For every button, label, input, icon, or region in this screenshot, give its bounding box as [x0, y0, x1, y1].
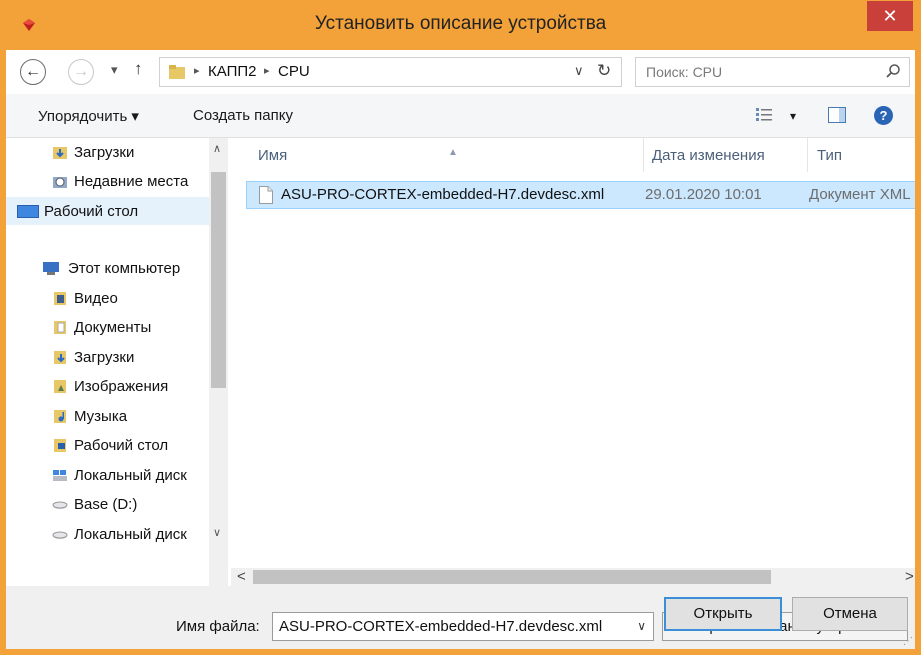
refresh-icon[interactable]: ↻ — [597, 61, 611, 81]
recent-locations-button[interactable]: ▾ — [111, 62, 118, 78]
file-name: ASU-PRO-CORTEX-embedded-H7.devdesc.xml — [281, 186, 605, 203]
filename-value: ASU-PRO-CORTEX-embedded-H7.devdesc.xml — [279, 618, 603, 635]
scroll-right-icon[interactable]: > — [905, 568, 914, 585]
organize-button[interactable]: Упорядочить ▾ — [38, 107, 139, 125]
help-glyph: ? — [879, 108, 888, 123]
column-header-type[interactable]: Тип — [808, 138, 915, 172]
scroll-up-icon[interactable]: ∧ — [213, 142, 221, 155]
music-folder-icon — [54, 410, 66, 423]
back-button[interactable]: ← — [20, 59, 46, 85]
nav-item-music[interactable]: Музыка — [6, 403, 211, 431]
nav-item-video[interactable]: Видео — [6, 285, 211, 313]
view-options-icon[interactable] — [756, 108, 772, 122]
window-title: Установить описание устройства — [314, 13, 607, 34]
view-dropdown-icon[interactable]: ▾ — [790, 109, 796, 123]
nav-item-base-d[interactable]: Base (D:) — [6, 491, 211, 519]
drive-icon — [52, 501, 68, 509]
search-input[interactable]: Поиск: CPU — [635, 57, 910, 87]
title-bar[interactable]: Установить описание устройства ✕ — [0, 0, 921, 50]
breadcrumb-separator-icon: ▸ — [194, 65, 200, 77]
filename-label: Имя файла: — [176, 618, 260, 635]
up-level-button[interactable]: ↑ — [134, 59, 143, 79]
nav-item-downloads[interactable]: Загрузки — [6, 139, 211, 167]
downloads-folder-icon — [54, 351, 66, 364]
nav-item-downloads-pc[interactable]: Загрузки — [6, 344, 211, 372]
nav-item-local-disk-c[interactable]: Локальный диск — [6, 462, 211, 490]
local-disk-icon — [53, 470, 67, 481]
help-icon[interactable]: ? — [874, 106, 893, 125]
sort-ascending-icon: ▲ — [448, 147, 458, 158]
drive-icon — [52, 531, 68, 539]
cancel-button[interactable]: Отмена — [792, 597, 908, 631]
column-header-date[interactable]: Дата изменения — [644, 138, 806, 172]
video-folder-icon — [54, 292, 66, 305]
nav-item-documents[interactable]: Документы — [6, 314, 211, 342]
breadcrumb-kapp2[interactable]: КАПП2 — [208, 63, 256, 80]
navpane-scrollbar[interactable]: ∧ ∨ — [209, 138, 228, 586]
forward-arrow-icon: → — [73, 63, 89, 80]
dialog-window: Установить описание устройства ✕ ← → ▾ ↑… — [0, 0, 921, 655]
file-date: 29.01.2020 10:01 — [645, 186, 762, 203]
column-header-name[interactable]: ▲ Имя — [231, 138, 643, 172]
file-list: ▲ Имя Дата изменения Тип ASU-PRO-CORTEX-… — [231, 138, 915, 586]
navpane-scroll-thumb[interactable] — [211, 172, 226, 388]
search-icon — [886, 64, 900, 78]
recent-places-icon — [53, 177, 67, 188]
computer-icon — [43, 262, 59, 275]
filelist-scroll-thumb[interactable] — [253, 570, 771, 584]
navigation-pane: Загрузки Недавние места Рабочий стол Это… — [6, 138, 228, 586]
file-type: Документ XML — [809, 186, 911, 203]
filename-dropdown-icon[interactable]: ∨ — [637, 619, 646, 633]
scroll-left-icon[interactable]: < — [237, 568, 246, 585]
close-icon: ✕ — [882, 6, 898, 26]
folder-icon — [169, 65, 185, 79]
preview-pane-icon[interactable] — [828, 107, 846, 123]
file-row[interactable]: ASU-PRO-CORTEX-embedded-H7.devdesc.xml 2… — [246, 181, 915, 209]
resize-grip-icon[interactable]: ⋰ — [903, 636, 913, 647]
xml-file-icon — [259, 186, 273, 204]
nav-item-local-disk-2[interactable]: Локальный диск — [6, 521, 211, 549]
desktop-icon — [17, 205, 39, 218]
address-dropdown-icon[interactable]: ∨ — [574, 63, 584, 79]
downloads-icon — [53, 147, 67, 159]
breadcrumb-cpu[interactable]: CPU — [278, 63, 310, 80]
dialog-client: ← → ▾ ↑ ▸ КАПП2 ▸ CPU ∨ ↻ Поиск: CPU Упо… — [6, 50, 915, 649]
forward-button[interactable]: → — [68, 59, 94, 85]
documents-folder-icon — [54, 321, 66, 334]
nav-item-desktop-pc[interactable]: Рабочий стол — [6, 432, 211, 460]
scroll-down-icon[interactable]: ∨ — [213, 526, 221, 539]
address-row: ← → ▾ ↑ ▸ КАПП2 ▸ CPU ∨ ↻ Поиск: CPU — [6, 50, 915, 94]
close-button[interactable]: ✕ — [867, 1, 913, 31]
new-folder-button[interactable]: Создать папку — [193, 107, 293, 124]
desktop-folder-icon — [54, 439, 66, 452]
nav-item-pictures[interactable]: Изображения — [6, 373, 211, 401]
address-bar[interactable]: ▸ КАПП2 ▸ CPU ∨ ↻ — [159, 57, 622, 87]
pictures-folder-icon — [54, 380, 66, 393]
command-toolbar: Упорядочить ▾ Создать папку ▾ ? — [6, 94, 915, 138]
filelist-horizontal-scrollbar[interactable]: < > — [231, 568, 915, 586]
nav-item-desktop[interactable]: Рабочий стол — [6, 197, 211, 225]
back-arrow-icon: ← — [25, 63, 41, 80]
breadcrumb-separator-icon: ▸ — [264, 65, 270, 77]
nav-item-recent-places[interactable]: Недавние места — [6, 168, 211, 196]
nav-item-this-pc[interactable]: Этот компьютер — [6, 255, 211, 283]
filename-input[interactable]: ASU-PRO-CORTEX-embedded-H7.devdesc.xml ∨ — [272, 612, 654, 641]
open-button[interactable]: Открыть — [664, 597, 782, 631]
search-placeholder: Поиск: CPU — [646, 64, 723, 80]
